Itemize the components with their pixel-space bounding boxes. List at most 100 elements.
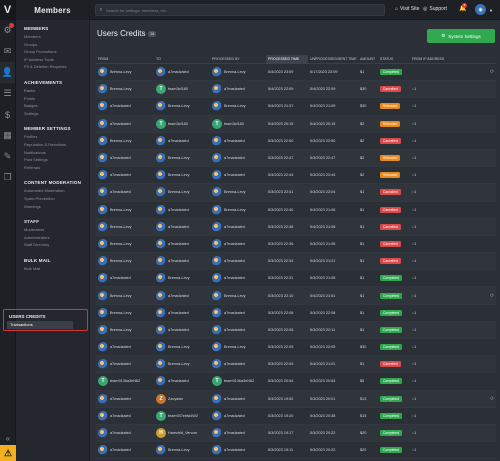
user-cell[interactable]: Tteam937ebfa4W2	[154, 408, 210, 424]
username[interactable]: a7madzaied	[110, 448, 131, 452]
search-input[interactable]: ⌕ Search for settings, members, etc.	[95, 4, 385, 16]
username[interactable]: a7madzaied	[224, 414, 245, 418]
username[interactable]: a7madzaied	[168, 379, 189, 383]
refresh-icon[interactable]	[488, 253, 496, 269]
user-cell[interactable]: a7madzaied	[154, 305, 210, 321]
username[interactable]: Brenna-Levy	[224, 294, 246, 298]
user-avatar[interactable]: ◉	[475, 4, 486, 15]
user-cell[interactable]: a7madzaied	[210, 270, 266, 286]
user-cell[interactable]: a7madzaied	[210, 133, 266, 149]
username[interactable]: Brenna-Levy	[168, 362, 190, 366]
user-cell[interactable]: Brenna-Levy	[96, 305, 154, 321]
refresh-icon[interactable]	[488, 305, 496, 321]
user-cell[interactable]: a7madzaied	[96, 425, 154, 441]
username[interactable]: Brenna-Levy	[168, 345, 190, 349]
sidebar-item[interactable]: Groups	[24, 41, 89, 49]
refresh-icon[interactable]	[488, 133, 496, 149]
user-cell[interactable]: Brenna-Levy	[154, 184, 210, 200]
username[interactable]: Brenna-Levy	[168, 190, 190, 194]
warning-icon[interactable]: ⚠	[0, 445, 16, 461]
sidebar-item[interactable]: Notifications	[24, 149, 89, 157]
user-cell[interactable]: Tteam3cf180	[210, 116, 266, 132]
app-logo-icon[interactable]: V	[0, 0, 15, 20]
user-cell[interactable]: a7madzaied	[210, 150, 266, 166]
username[interactable]: a7madzaied	[168, 259, 189, 263]
user-cell[interactable]: a7madzaied	[210, 253, 266, 269]
username[interactable]: a7madzaied	[224, 139, 245, 143]
refresh-icon[interactable]	[488, 150, 496, 166]
sidebar-item[interactable]: Group Promotions	[24, 48, 89, 56]
refresh-icon[interactable]	[488, 373, 496, 389]
user-cell[interactable]: Brenna-Levy	[96, 219, 154, 235]
refresh-icon[interactable]	[488, 98, 496, 114]
username[interactable]: Brenna-Levy	[224, 345, 246, 349]
sidebar-item[interactable]: Badges	[24, 102, 89, 110]
sidebar-item[interactable]: Automated Moderation	[24, 187, 89, 195]
username[interactable]: a7madzaied	[224, 259, 245, 263]
username[interactable]: a7madzaied	[224, 311, 245, 315]
sidebar-item[interactable]: Spam Prevention	[24, 195, 89, 203]
user-cell[interactable]: a7madzaied	[210, 305, 266, 321]
sidebar-item[interactable]: Post Settings	[24, 156, 89, 164]
username[interactable]: Brenna-Levy	[110, 294, 132, 298]
refresh-icon[interactable]	[488, 442, 496, 458]
user-cell[interactable]: H Hamzhid_Venom	[154, 425, 210, 441]
username[interactable]: a7madzaied	[168, 311, 189, 315]
username[interactable]: a7madzaied	[110, 122, 131, 126]
column-header[interactable]: FROM IP ADDRESS	[410, 55, 488, 64]
chart-icon[interactable]: ▦	[0, 125, 15, 146]
column-header[interactable]: TO	[154, 55, 210, 64]
column-header[interactable]: UNPROCESSED/SENT TIME	[308, 55, 358, 64]
user-cell[interactable]: a7madzaied	[96, 391, 154, 407]
refresh-icon[interactable]: ⟳	[488, 287, 496, 303]
settings-icon[interactable]: ⚙	[0, 20, 15, 41]
user-cell[interactable]: Brenna-Levy	[96, 202, 154, 218]
user-cell[interactable]: a7madzaied	[210, 391, 266, 407]
user-cell[interactable]: a7madzaied	[96, 339, 154, 355]
username[interactable]: a7madzaied	[224, 87, 245, 91]
refresh-icon[interactable]	[488, 425, 496, 441]
username[interactable]: Brenna-Levy	[110, 328, 132, 332]
sidebar-item[interactable]: Ranks	[24, 87, 89, 95]
username[interactable]: Brenna-Levy	[110, 259, 132, 263]
username[interactable]: a7madzaied	[168, 242, 189, 246]
user-cell[interactable]: a7madzaied	[154, 219, 210, 235]
sidebar-item[interactable]: Members	[24, 33, 89, 41]
username[interactable]: a7madzaied	[168, 139, 189, 143]
username[interactable]: Brenna-Levy	[110, 70, 132, 74]
username[interactable]: Brenna-Levy	[110, 87, 132, 91]
username[interactable]: a7madzaied	[110, 276, 131, 280]
refresh-icon[interactable]	[488, 356, 496, 372]
username[interactable]: team9136a3eN62	[110, 379, 140, 383]
user-cell[interactable]: Brenna-Levy	[96, 133, 154, 149]
sidebar-item[interactable]: Warnings	[24, 203, 89, 211]
refresh-icon[interactable]	[488, 236, 496, 252]
user-cell[interactable]: a7madzaied	[154, 287, 210, 303]
user-cell[interactable]: Tteam9136a3eN62	[210, 373, 266, 389]
username[interactable]: Brenna-Levy	[224, 70, 246, 74]
username[interactable]: a7madzaied	[110, 362, 131, 366]
username[interactable]: a7madzaied	[168, 70, 189, 74]
username[interactable]: a7madzaied	[110, 173, 131, 177]
username[interactable]: Brenna-Levy	[110, 139, 132, 143]
user-cell[interactable]: Brenna-Levy	[210, 98, 266, 114]
user-cell[interactable]: Brenna-Levy	[96, 253, 154, 269]
chevron-down-icon[interactable]: ▼	[489, 8, 493, 13]
sidebar-item[interactable]: Profiles	[24, 133, 89, 141]
column-header[interactable]: FROM	[96, 55, 154, 64]
refresh-icon[interactable]	[488, 167, 496, 183]
username[interactable]: a7madzaied	[224, 328, 245, 332]
sidebar-item[interactable]: Settings	[24, 110, 89, 118]
username[interactable]: a7madzaied	[224, 173, 245, 177]
username[interactable]: a7madzaied	[224, 362, 245, 366]
username[interactable]: Brenna-Levy	[110, 208, 132, 212]
username[interactable]: Brenna-Levy	[110, 242, 132, 246]
user-cell[interactable]: a7madzaied	[210, 167, 266, 183]
sidebar-item[interactable]: Points	[24, 95, 89, 103]
user-cell[interactable]: Tteam9136a3eN62	[96, 373, 154, 389]
user-cell[interactable]: Brenna-Levy	[154, 356, 210, 372]
user-cell[interactable]: a7madzaied	[96, 270, 154, 286]
username[interactable]: a7madzaied	[110, 190, 131, 194]
username[interactable]: a7madzaied	[110, 414, 131, 418]
refresh-icon[interactable]	[488, 270, 496, 286]
